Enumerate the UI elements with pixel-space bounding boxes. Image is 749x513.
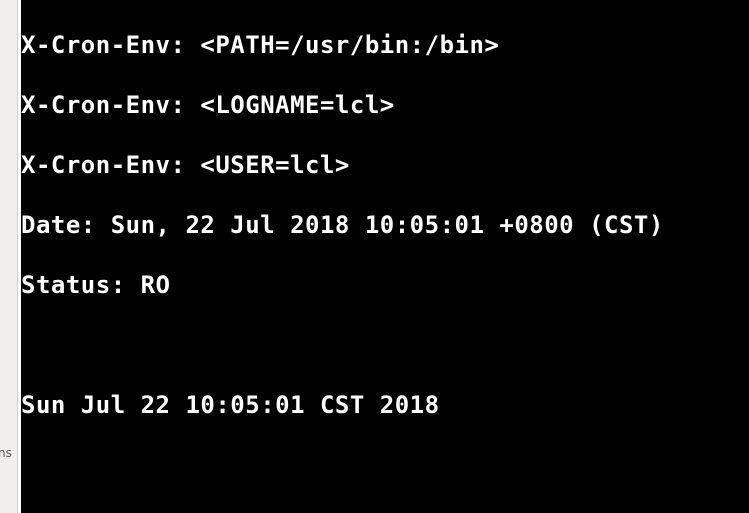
- terminal-line: X-Cron-Env: <LOGNAME=lcl>: [21, 90, 749, 120]
- terminal-line: X-Cron-Env: <PATH=/usr/bin:/bin>: [21, 30, 749, 60]
- terminal-line: X-Cron-Env: <USER=lcl>: [21, 150, 749, 180]
- terminal-line: Date: Sun, 22 Jul 2018 10:05:01 +0800 (C…: [21, 210, 749, 240]
- left-panel: ns: [0, 0, 18, 513]
- terminal-output[interactable]: X-Cron-Env: <PATH=/usr/bin:/bin> X-Cron-…: [21, 0, 749, 513]
- terminal-container: X-Cron-Env: <PATH=/usr/bin:/bin> X-Cron-…: [18, 0, 749, 513]
- terminal-line: Sun Jul 22 10:05:01 CST 2018: [21, 390, 749, 420]
- terminal-line: [21, 450, 749, 480]
- terminal-line: Status: RO: [21, 270, 749, 300]
- panel-tab-label[interactable]: ns: [0, 446, 12, 460]
- terminal-line: [21, 330, 749, 360]
